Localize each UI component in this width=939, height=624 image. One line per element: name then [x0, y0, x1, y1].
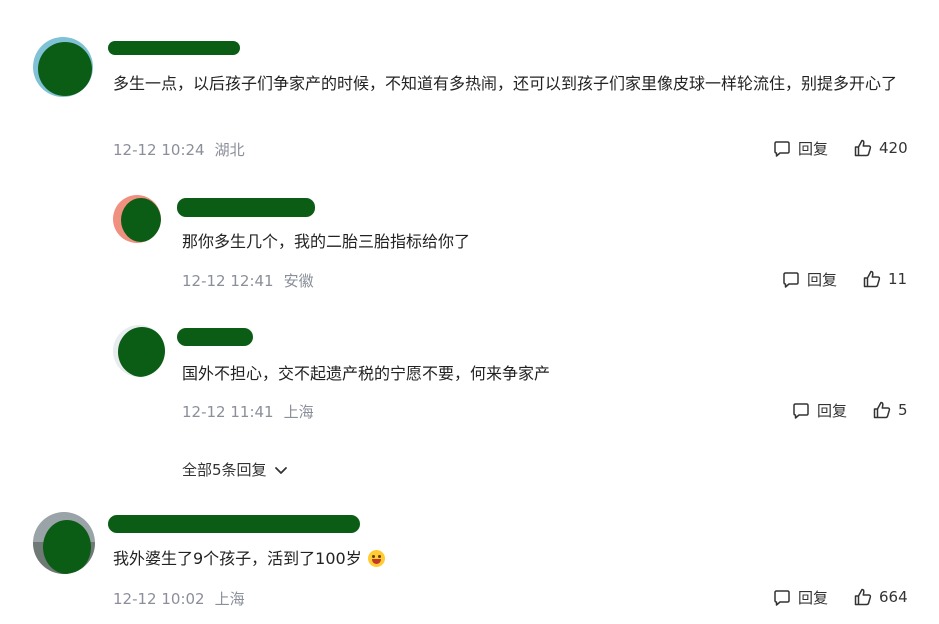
thumbs-up-icon [863, 270, 881, 288]
comment-bubble-icon [783, 271, 799, 288]
reply-location: 上海 [283, 403, 314, 421]
avatar[interactable] [113, 195, 161, 243]
like-button[interactable]: 664 [853, 587, 908, 607]
comment-time: 12-12 10:02 [113, 590, 205, 608]
thumbs-up-icon [854, 588, 872, 606]
chevron-down-icon [274, 466, 287, 474]
reply-button[interactable]: 回复 [781, 269, 837, 290]
username-redacted[interactable] [108, 41, 240, 55]
avatar[interactable] [33, 37, 93, 97]
reply-text: 国外不担心，交不起遗产税的宁愿不要，何来争家产 [182, 364, 551, 383]
expand-replies-label: 全部5条回复 [182, 461, 267, 479]
comment-bubble-icon [793, 402, 809, 419]
username-redacted[interactable] [177, 328, 253, 346]
reply-label: 回复 [807, 271, 838, 289]
reply-location: 安徽 [283, 272, 314, 290]
avatar[interactable] [33, 512, 95, 574]
comment-location: 上海 [214, 590, 245, 608]
like-button[interactable]: 5 [872, 400, 908, 420]
like-count: 5 [898, 401, 908, 419]
like-button[interactable]: 11 [862, 269, 907, 289]
like-count: 664 [879, 588, 908, 606]
comment-location: 湖北 [214, 141, 245, 159]
reply-button[interactable]: 回复 [791, 400, 847, 421]
reply-button[interactable]: 回复 [772, 138, 828, 159]
expand-replies-button[interactable]: 全部5条回复 [182, 459, 289, 480]
like-count: 420 [879, 139, 908, 157]
reply-text: 那你多生几个，我的二胎三胎指标给你了 [182, 232, 471, 251]
comment-meta: 12-12 10:24 湖北 [113, 139, 245, 160]
comment-text: 我外婆生了9个孩子，活到了100岁 [113, 546, 813, 572]
grinning-sweat-emoji [367, 550, 385, 567]
comment-bubble-icon [774, 140, 790, 157]
thumbs-up-icon [854, 139, 872, 157]
reply-button[interactable]: 回复 [772, 587, 828, 608]
comment-meta: 12-12 10:02 上海 [113, 588, 245, 609]
comment-text-content: 我外婆生了9个孩子，活到了100岁 [113, 549, 362, 568]
reply-label: 回复 [798, 589, 829, 607]
comment-time: 12-12 10:24 [113, 141, 205, 159]
reply-time: 12-12 11:41 [182, 403, 274, 421]
reply-time: 12-12 12:41 [182, 272, 274, 290]
reply-meta: 12-12 12:41 安徽 [182, 270, 314, 291]
like-button[interactable]: 420 [853, 138, 908, 158]
username-redacted[interactable] [177, 198, 315, 217]
reply-label: 回复 [798, 140, 829, 158]
reply-meta: 12-12 11:41 上海 [182, 401, 314, 422]
avatar[interactable] [113, 325, 165, 377]
comment-bubble-icon [774, 589, 790, 606]
thumbs-up-icon [873, 401, 891, 419]
comment-text: 多生一点，以后孩子们争家产的时候，不知道有多热闹，还可以到孩子们家里像皮球一样轮… [113, 74, 898, 93]
reply-label: 回复 [817, 402, 848, 420]
username-redacted[interactable] [108, 515, 360, 533]
like-count: 11 [888, 270, 908, 288]
